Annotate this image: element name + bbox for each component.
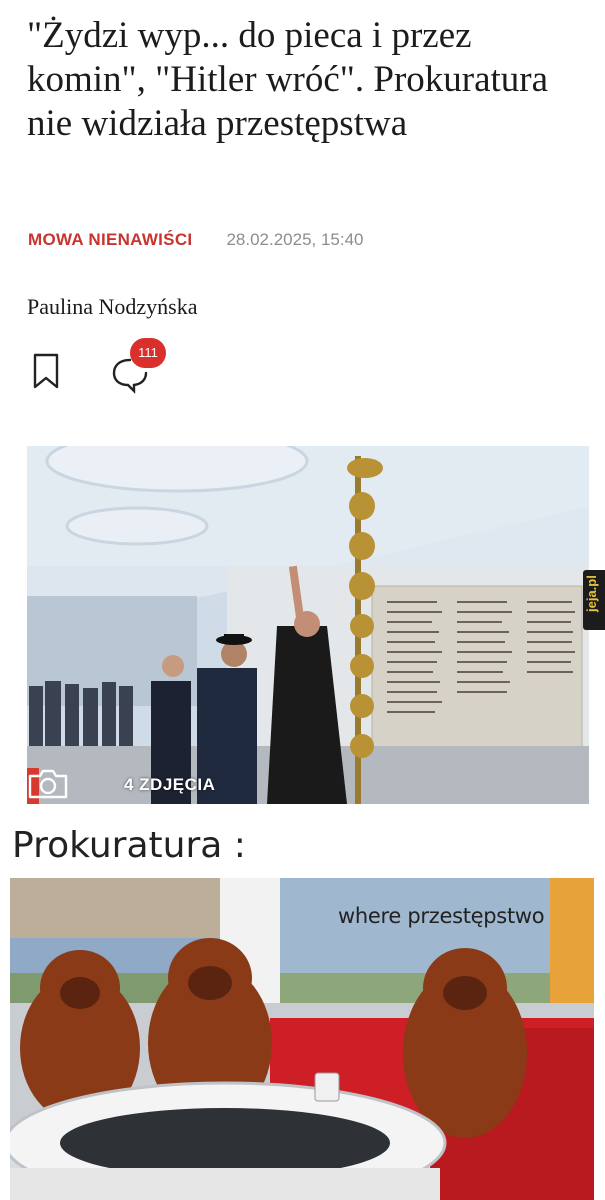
article-headline: "Żydzi wyp... do pieca i przez komin", "… (27, 15, 549, 144)
meme-image: where przestępstwo (10, 878, 594, 1200)
site-watermark: jeja.pl (583, 570, 605, 630)
article-photo[interactable]: 4 ZDJĘCIA (27, 446, 589, 804)
meme-caption: Prokuratura : (12, 825, 246, 866)
bookmark-icon[interactable] (30, 352, 62, 390)
comments-button[interactable]: 111 (110, 338, 170, 394)
meme-overlay-text: where przestępstwo (338, 904, 545, 928)
author-name[interactable]: Paulina Nodzyńska (27, 294, 197, 320)
comment-count-badge: 111 (130, 338, 166, 368)
gallery-count-label: 4 ZDJĘCIA (124, 775, 216, 794)
category-link[interactable]: MOWA NIENAWIŚCI (28, 230, 192, 250)
camera-icon (28, 769, 68, 799)
publish-date: 28.02.2025, 15:40 (226, 230, 364, 249)
gallery-button[interactable]: 4 ZDJĘCIA (27, 768, 267, 804)
article-actions: 111 (30, 338, 190, 394)
article-meta: MOWA NIENAWIŚCI 28.02.2025, 15:40 (28, 230, 364, 250)
